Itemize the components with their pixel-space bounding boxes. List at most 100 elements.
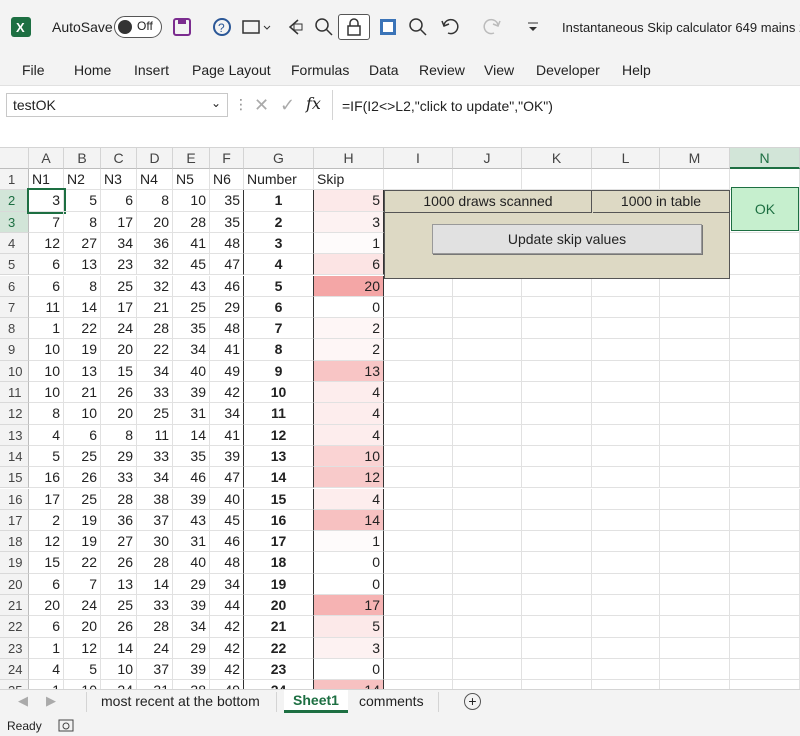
addin-icon[interactable]	[378, 14, 398, 40]
empty-cell[interactable]	[730, 339, 800, 361]
data-cell[interactable]: 22	[64, 552, 101, 574]
skip-cell[interactable]: 10	[314, 445, 384, 468]
skip-cell[interactable]: 1	[314, 531, 384, 553]
data-cell[interactable]: 44	[210, 595, 244, 617]
data-cell[interactable]: 20	[29, 595, 64, 617]
empty-cell[interactable]	[730, 658, 800, 681]
column-header-a[interactable]: A	[29, 148, 64, 169]
empty-cell[interactable]	[730, 488, 800, 510]
empty-cell[interactable]	[660, 552, 730, 574]
update-skip-values-button[interactable]: Update skip values	[432, 224, 702, 255]
empty-cell[interactable]	[384, 552, 453, 574]
spreadsheet-grid[interactable]: A B C D E F G H I J K L M N 1 2 3 4 5 6 7 8 9 10 11 12 13 14 15 16 17 1…	[0, 148, 800, 689]
help-icon[interactable]: ?	[212, 14, 232, 40]
empty-cell[interactable]	[384, 658, 453, 681]
empty-cell[interactable]	[453, 509, 522, 532]
data-cell[interactable]: 15	[101, 360, 137, 382]
empty-cell[interactable]	[592, 467, 660, 489]
skip-cell[interactable]: 4	[314, 424, 384, 446]
data-cell[interactable]: 34	[210, 573, 244, 595]
empty-cell[interactable]	[384, 296, 453, 319]
empty-cell[interactable]	[730, 680, 800, 689]
add-sheet-icon[interactable]: +	[464, 693, 481, 710]
data-cell[interactable]: 26	[64, 467, 101, 489]
data-cell[interactable]: 7	[29, 211, 64, 233]
data-cell[interactable]: 16	[29, 467, 64, 489]
empty-cell[interactable]	[730, 232, 800, 255]
data-cell[interactable]: 10	[173, 190, 210, 212]
empty-cell[interactable]	[522, 169, 592, 191]
empty-cell[interactable]	[384, 360, 453, 382]
empty-cell[interactable]	[730, 318, 800, 340]
number-cell[interactable]: 5	[244, 275, 314, 297]
empty-cell[interactable]	[660, 509, 730, 532]
camera-icon[interactable]	[242, 14, 272, 40]
number-cell[interactable]: 8	[244, 339, 314, 361]
formula-input[interactable]: =IF(I2<>L2,"click to update","OK")	[342, 98, 553, 114]
data-cell[interactable]: 33	[137, 595, 173, 617]
data-cell[interactable]: 41	[173, 232, 210, 255]
empty-cell[interactable]	[384, 467, 453, 489]
empty-cell[interactable]	[384, 616, 453, 638]
column-header-h[interactable]: H	[314, 148, 384, 169]
draws-scanned-cell[interactable]: 1000 draws scanned	[385, 191, 592, 213]
data-cell[interactable]: 34	[210, 403, 244, 425]
empty-cell[interactable]	[730, 275, 800, 297]
empty-cell[interactable]	[592, 573, 660, 595]
number-cell[interactable]: 20	[244, 595, 314, 617]
empty-cell[interactable]	[592, 339, 660, 361]
data-cell[interactable]: 30	[137, 531, 173, 553]
empty-cell[interactable]	[384, 531, 453, 553]
data-cell[interactable]: 21	[64, 382, 101, 404]
empty-cell[interactable]	[522, 637, 592, 659]
data-cell[interactable]: 42	[210, 637, 244, 659]
empty-cell[interactable]	[384, 169, 453, 191]
data-cell[interactable]: 34	[101, 232, 137, 255]
header-cell[interactable]: N4	[137, 169, 173, 191]
tab-help[interactable]: Help	[622, 62, 651, 78]
number-cell[interactable]: 23	[244, 658, 314, 681]
data-cell[interactable]: 14	[101, 637, 137, 659]
customize-qat-icon[interactable]	[526, 14, 540, 40]
data-cell[interactable]: 21	[137, 296, 173, 319]
skip-cell[interactable]: 5	[314, 190, 384, 212]
empty-cell[interactable]	[522, 424, 592, 446]
empty-cell[interactable]	[730, 254, 800, 276]
skip-cell[interactable]: 12	[314, 467, 384, 489]
data-cell[interactable]: 8	[29, 403, 64, 425]
header-cell[interactable]: Number	[244, 169, 314, 191]
column-header-i[interactable]: I	[384, 148, 453, 169]
data-cell[interactable]: 46	[210, 275, 244, 297]
data-cell[interactable]: 22	[137, 339, 173, 361]
row-header[interactable]: 22	[0, 616, 29, 638]
column-header-c[interactable]: C	[101, 148, 137, 169]
data-cell[interactable]: 47	[210, 467, 244, 489]
in-table-cell[interactable]: 1000 in table	[593, 191, 729, 213]
header-cell[interactable]: Skip	[314, 169, 384, 191]
empty-cell[interactable]	[592, 403, 660, 425]
empty-cell[interactable]	[522, 488, 592, 510]
row-header[interactable]: 8	[0, 318, 29, 340]
data-cell[interactable]: 42	[210, 382, 244, 404]
empty-cell[interactable]	[453, 616, 522, 638]
data-cell[interactable]: 8	[64, 275, 101, 297]
empty-cell[interactable]	[522, 318, 592, 340]
tab-developer[interactable]: Developer	[536, 62, 600, 78]
number-cell[interactable]: 4	[244, 254, 314, 276]
empty-cell[interactable]	[592, 382, 660, 404]
column-header-j[interactable]: J	[453, 148, 522, 169]
data-cell[interactable]: 12	[64, 637, 101, 659]
data-cell[interactable]: 25	[137, 403, 173, 425]
data-cell[interactable]: 35	[173, 445, 210, 468]
tab-review[interactable]: Review	[419, 62, 465, 78]
row-header[interactable]: 15	[0, 467, 29, 489]
data-cell[interactable]: 5	[64, 658, 101, 681]
skip-cell[interactable]: 14	[314, 509, 384, 532]
row-header[interactable]: 18	[0, 531, 29, 553]
skip-cell[interactable]: 1	[314, 232, 384, 255]
empty-cell[interactable]	[384, 339, 453, 361]
data-cell[interactable]: 1	[29, 637, 64, 659]
data-cell[interactable]: 13	[64, 360, 101, 382]
row-header[interactable]: 13	[0, 424, 29, 446]
empty-cell[interactable]	[384, 445, 453, 468]
